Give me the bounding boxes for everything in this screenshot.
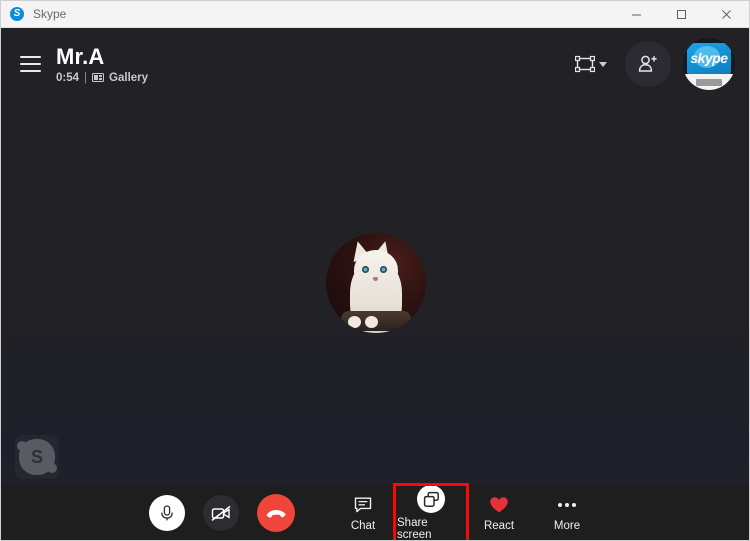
more-button[interactable]: More: [533, 485, 601, 540]
camera-off-button[interactable]: [203, 495, 239, 531]
gallery-view-icon: [92, 72, 105, 83]
call-subtitle: 0:54 | Gallery: [56, 72, 148, 84]
minimize-button[interactable]: [614, 1, 659, 27]
share-screen-icon: [417, 485, 445, 513]
skype-logo-letter: S: [13, 8, 21, 19]
window-title-bar: S Skype: [1, 1, 749, 28]
call-header-actions: skype: [569, 38, 735, 90]
cat-paw-left: [348, 316, 361, 328]
participant-avatar: [326, 233, 426, 333]
view-mode-label: Gallery: [109, 71, 149, 84]
frame-icon: [575, 55, 595, 73]
chat-label: Chat: [350, 519, 376, 532]
skype-logo-icon: S: [10, 7, 24, 21]
call-title-group: Mr.A 0:54 | Gallery: [56, 43, 148, 84]
profile-avatar[interactable]: skype: [683, 38, 735, 90]
share-screen-label: Share screen: [397, 517, 432, 541]
window-controls: [614, 1, 749, 27]
chat-button[interactable]: Chat: [329, 485, 397, 540]
call-header: Mr.A 0:54 | Gallery skype: [1, 28, 749, 100]
primary-call-controls: [149, 494, 295, 532]
mic-button[interactable]: [149, 495, 185, 531]
hamburger-menu-icon[interactable]: [13, 47, 47, 81]
cat-head: [354, 250, 398, 290]
end-call-icon: [266, 510, 286, 518]
share-screen-button[interactable]: Share screen: [393, 483, 469, 541]
camera-off-icon: [211, 505, 231, 522]
self-view-skype-icon: S: [17, 439, 57, 475]
self-view-tile[interactable]: S: [15, 435, 59, 479]
self-view-initial: S: [30, 447, 43, 467]
react-button[interactable]: React: [465, 485, 533, 540]
skype-window: S Skype Mr.A 0:54 | Gallery skype S Chat…: [0, 0, 750, 541]
react-label: React: [483, 519, 515, 532]
chat-icon: [354, 494, 372, 516]
add-people-button[interactable]: [625, 41, 671, 87]
maximize-button[interactable]: [659, 1, 704, 27]
microphone-icon: [161, 505, 173, 521]
more-label: More: [553, 519, 581, 532]
avatar-word: skype: [690, 50, 728, 66]
cat-paw-right: [365, 316, 378, 328]
close-button[interactable]: [704, 1, 749, 27]
add-person-icon: [638, 55, 657, 72]
avatar-laptop-keys: [696, 79, 722, 86]
call-contact-name: Mr.A: [56, 43, 105, 69]
call-controls-bar: Chat Share screen React More: [1, 483, 749, 541]
more-dots-icon: [558, 494, 576, 516]
layout-switch-button[interactable]: [569, 49, 613, 79]
chevron-down-icon: [599, 61, 607, 67]
window-title: Skype: [33, 7, 67, 21]
cat-eye-right: [380, 266, 387, 273]
secondary-call-controls: Chat Share screen React More: [329, 483, 601, 541]
end-call-button[interactable]: [257, 494, 295, 532]
subtitle-separator: |: [84, 71, 88, 84]
heart-icon: [489, 494, 509, 516]
call-stage: Mr.A 0:54 | Gallery skype S Chat Share s…: [1, 28, 749, 541]
cat-eye-left: [362, 266, 369, 273]
cat-nose: [373, 277, 378, 281]
call-duration: 0:54: [56, 71, 80, 84]
